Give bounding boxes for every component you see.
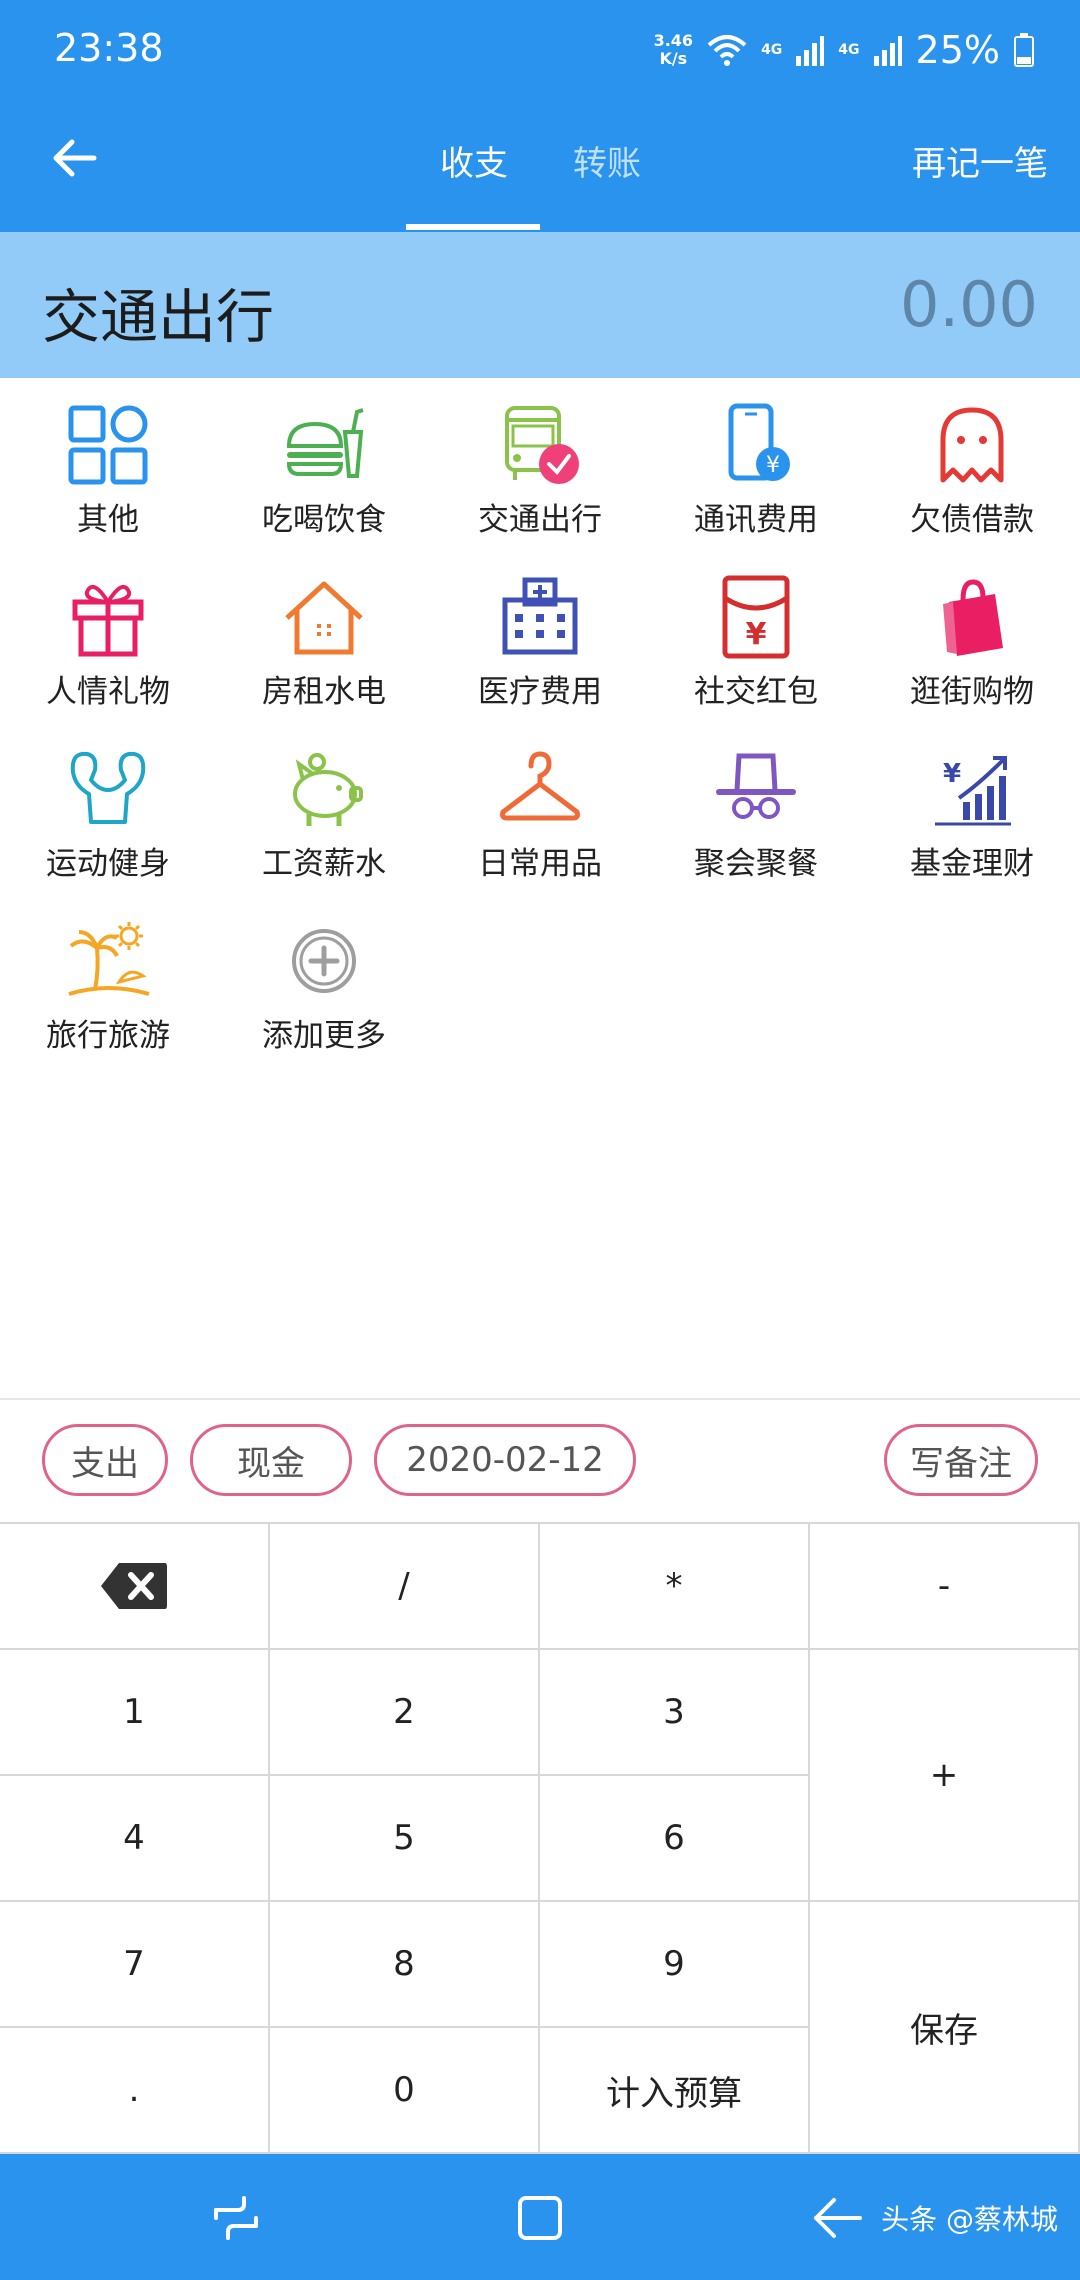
grid-icon [68, 405, 148, 485]
multiply-key[interactable]: * [540, 1524, 810, 1650]
svg-text:¥: ¥ [746, 617, 767, 652]
category-add-more[interactable]: 添加更多 [216, 906, 432, 1076]
system-nav-bar: 头条 @蔡林城 [0, 2154, 1080, 2280]
backspace-key[interactable] [0, 1524, 270, 1650]
budget-key[interactable]: 计入预算 [540, 2028, 810, 2154]
category-rent-utilities[interactable]: 房租水电 [216, 562, 432, 732]
selected-category-bar: 交通出行 0.00 [0, 232, 1080, 378]
battery-percent: 25% [915, 28, 1000, 72]
home-icon[interactable] [512, 2190, 568, 2246]
category-gift[interactable]: 人情礼物 [0, 562, 216, 732]
category-other[interactable]: 其他 [0, 390, 216, 560]
signal-icon [873, 36, 902, 66]
app-bar: 收支 转账 再记一笔 [0, 100, 1080, 232]
category-salary[interactable]: 工资薪水 [216, 734, 432, 904]
back-icon[interactable] [810, 2190, 866, 2246]
status-time: 23:38 [54, 26, 164, 70]
category-funds[interactable]: ¥ 基金理财 [864, 734, 1080, 904]
house-icon [285, 581, 363, 655]
category-shopping[interactable]: 逛街购物 [864, 562, 1080, 732]
tab-transfer[interactable]: 转账 [573, 136, 641, 185]
entry-options: 支出 现金 2020-02-12 写备注 [0, 1424, 1080, 1498]
svg-text:¥: ¥ [766, 453, 780, 478]
note-chip[interactable]: 写备注 [884, 1424, 1038, 1496]
selected-category-name: 交通出行 [42, 283, 275, 351]
red-envelope-icon: ¥ [722, 575, 790, 659]
key-4[interactable]: 4 [0, 1776, 270, 1902]
battery-icon [1014, 33, 1034, 67]
signal-icon [796, 36, 825, 66]
category-telecom[interactable]: ¥ 通讯费用 [648, 390, 864, 560]
muscle-icon [70, 751, 146, 824]
minus-key[interactable]: - [810, 1524, 1080, 1650]
type-chip[interactable]: 支出 [42, 1424, 168, 1496]
hospital-icon [502, 577, 578, 655]
key-7[interactable]: 7 [0, 1902, 270, 2028]
phone-icon: ¥ [728, 403, 790, 481]
key-6[interactable]: 6 [540, 1776, 810, 1902]
status-icons: 3.46 K/s 4G 4G 25% [654, 28, 1034, 72]
save-button[interactable]: 保存 [810, 1902, 1080, 2154]
beach-icon [68, 922, 150, 996]
gift-icon [72, 584, 144, 657]
section-divider [0, 1398, 1080, 1400]
plus-key[interactable]: + [810, 1650, 1080, 1902]
piggy-bank-icon [293, 753, 363, 826]
amount-display: 0.00 [899, 268, 1038, 341]
account-chip[interactable]: 现金 [190, 1424, 352, 1496]
network-type-1: 4G [761, 42, 783, 58]
decimal-key[interactable]: . [0, 2028, 270, 2154]
key-8[interactable]: 8 [270, 1902, 540, 2028]
date-chip[interactable]: 2020-02-12 [374, 1424, 636, 1496]
ghost-icon [940, 407, 1004, 483]
category-red-envelope[interactable]: ¥ 社交红包 [648, 562, 864, 732]
network-speed: 3.46 K/s [653, 31, 694, 68]
divide-key[interactable]: / [270, 1524, 540, 1650]
backspace-icon [101, 1563, 167, 1609]
svg-text:¥: ¥ [943, 759, 961, 789]
category-gathering[interactable]: 聚会聚餐 [648, 734, 864, 904]
key-1[interactable]: 1 [0, 1650, 270, 1776]
burger-drink-icon [286, 408, 364, 478]
hat-glasses-icon [716, 753, 796, 819]
add-circle-icon [292, 929, 356, 993]
category-transport[interactable]: 交通出行 [432, 390, 648, 560]
watermark: 头条 @蔡林城 [881, 2203, 1058, 2236]
recent-apps-icon[interactable] [208, 2190, 264, 2246]
finance-chart-icon: ¥ [935, 756, 1011, 826]
bus-icon [505, 406, 579, 484]
category-debt[interactable]: 欠债借款 [864, 390, 1080, 560]
category-travel[interactable]: 旅行旅游 [0, 906, 216, 1076]
key-5[interactable]: 5 [270, 1776, 540, 1902]
record-another-button[interactable]: 再记一笔 [912, 136, 1048, 185]
wifi-icon [707, 35, 747, 66]
category-medical[interactable]: 医疗费用 [432, 562, 648, 732]
key-2[interactable]: 2 [270, 1650, 540, 1776]
shopping-bag-icon [943, 579, 1003, 656]
hanger-icon [500, 751, 580, 821]
tab-income-expense[interactable]: 收支 [440, 136, 508, 185]
active-tab-indicator [406, 224, 540, 230]
category-fitness[interactable]: 运动健身 [0, 734, 216, 904]
key-0[interactable]: 0 [270, 2028, 540, 2154]
keypad: / * - 1 2 3 + 4 5 6 7 8 9 保存 . 0 计入预算 [0, 1524, 1080, 2154]
key-9[interactable]: 9 [540, 1902, 810, 2028]
key-3[interactable]: 3 [540, 1650, 810, 1776]
network-type-2: 4G [838, 42, 860, 58]
status-bar: 23:38 3.46 K/s 4G 4G 25% [0, 0, 1080, 100]
back-arrow-icon[interactable] [50, 134, 98, 182]
category-food[interactable]: 吃喝饮食 [216, 390, 432, 560]
category-daily-goods[interactable]: 日常用品 [432, 734, 648, 904]
